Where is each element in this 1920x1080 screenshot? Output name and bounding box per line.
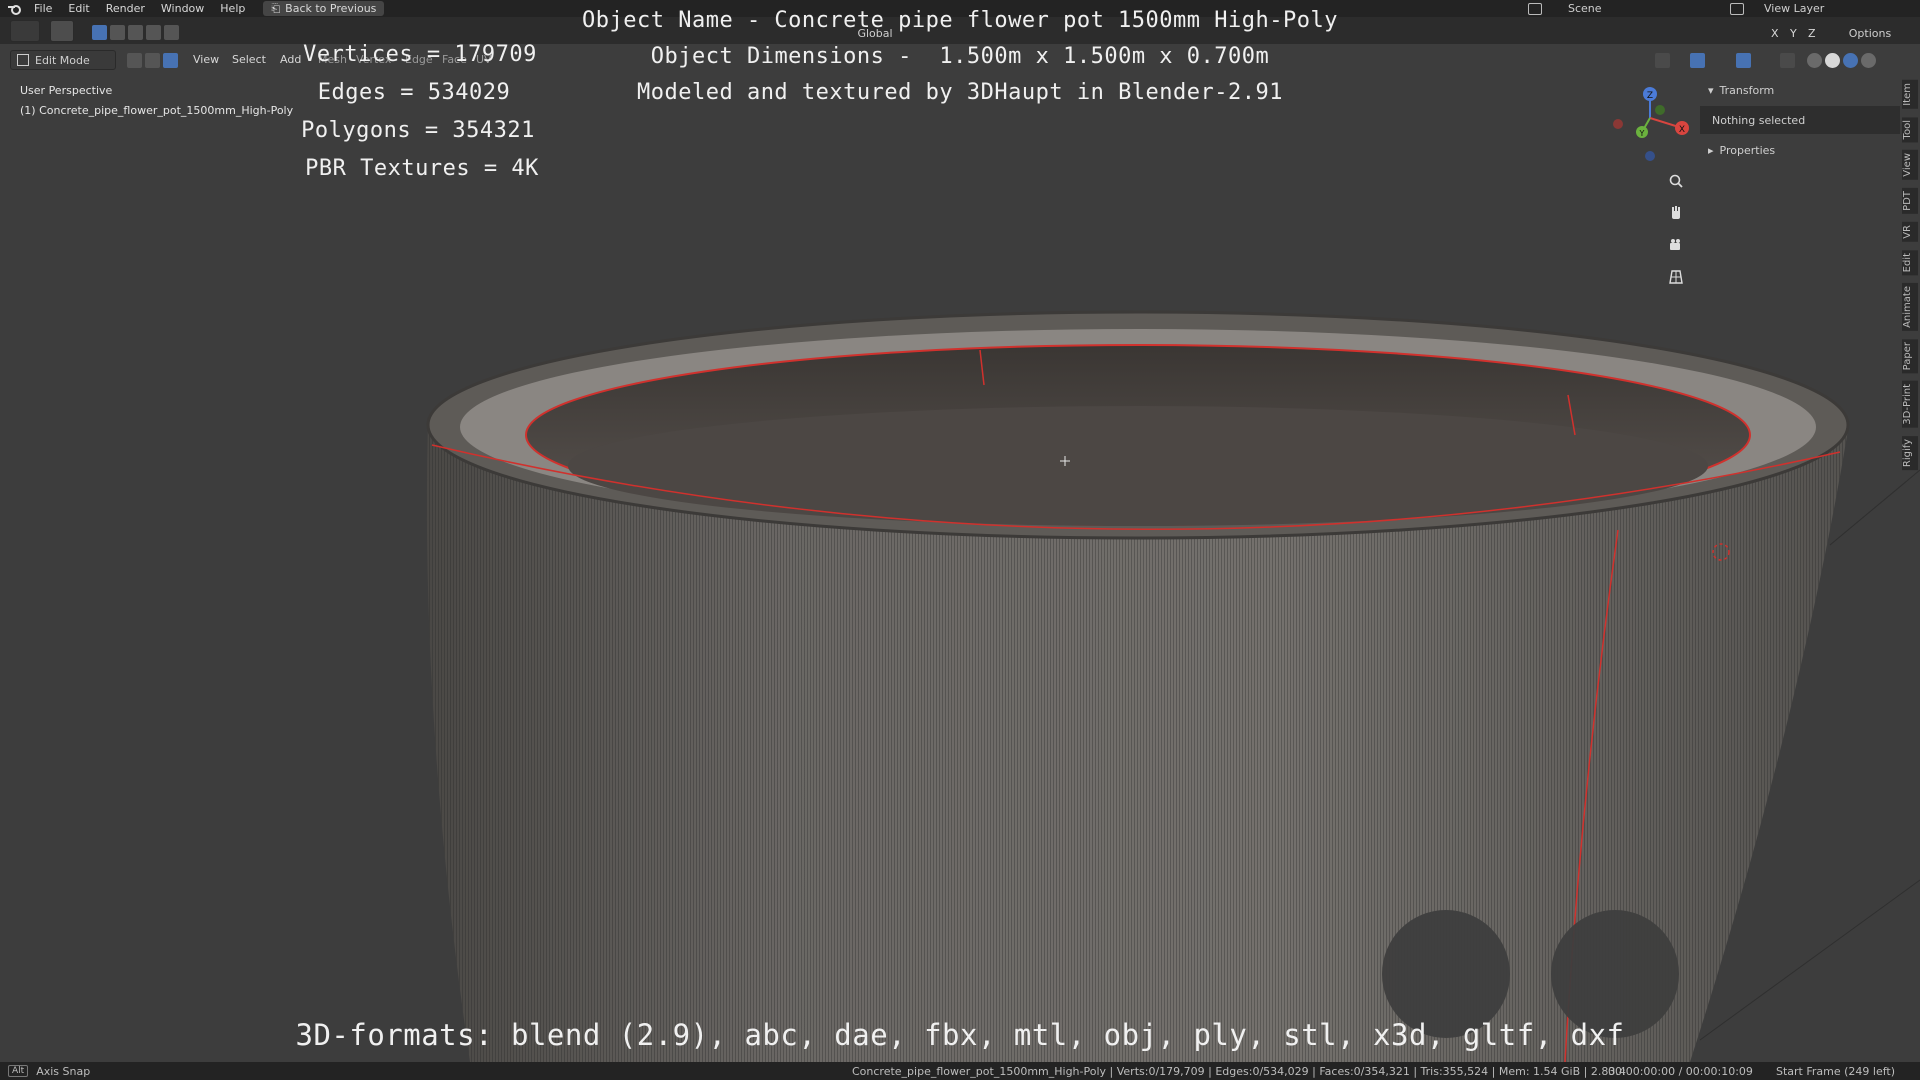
gizmo-neg-y-axis[interactable]	[1655, 105, 1665, 115]
gizmo-x-label: X	[1679, 125, 1685, 135]
gizmo-neg-x-axis[interactable]	[1613, 119, 1623, 129]
navigation-gizmo[interactable]: Z X Y	[1610, 82, 1690, 162]
object-name-caption: Object Name - Concrete pipe flower pot 1…	[582, 8, 1338, 33]
zoom-icon[interactable]	[1665, 170, 1687, 192]
status-bar: Alt Axis Snap Concrete_pipe_flower_pot_1…	[0, 1062, 1920, 1080]
sidebar-tabs: Item Tool View PDT VR Edit Animate Paper…	[1902, 80, 1918, 478]
tab-3d-print[interactable]: 3D-Print	[1902, 381, 1918, 428]
gizmo-y-label: Y	[1639, 129, 1645, 138]
tab-pdt[interactable]: PDT	[1902, 187, 1918, 214]
gizmo-z-label: Z	[1647, 91, 1653, 101]
start-frame-info: Start Frame (249 left)	[1776, 1064, 1896, 1078]
perspective-toggle-icon[interactable]	[1665, 266, 1687, 288]
collapse-arrow-icon: ▾	[1708, 83, 1714, 97]
alt-key-icon: Alt	[8, 1065, 29, 1077]
tab-view[interactable]: View	[1902, 150, 1918, 180]
nothing-selected-label: Nothing selected	[1712, 113, 1806, 127]
scene-statistics: Concrete_pipe_flower_pot_1500mm_High-Pol…	[852, 1064, 1626, 1078]
active-object-label: (1) Concrete_pipe_flower_pot_1500mm_High…	[20, 104, 294, 117]
playback-time: 00:00:00:00 / 00:00:10:09	[1608, 1064, 1753, 1078]
transform-panel-header[interactable]: ▾ Transform	[1700, 78, 1900, 102]
pan-hand-icon[interactable]	[1665, 202, 1687, 224]
object-dimensions-caption: Object Dimensions - 1.500m x 1.500m x 0.…	[650, 44, 1270, 69]
tab-vr[interactable]: VR	[1902, 221, 1918, 242]
properties-panel-header[interactable]: ▸ Properties	[1700, 138, 1900, 162]
expand-arrow-icon: ▸	[1708, 143, 1714, 157]
axis-snap-label: Axis Snap	[36, 1064, 91, 1078]
tab-item[interactable]: Item	[1902, 80, 1918, 109]
nothing-selected-box: Nothing selected	[1700, 106, 1900, 134]
camera-view-icon[interactable]	[1665, 234, 1687, 256]
formats-caption: 3D-formats: blend (2.9), abc, dae, fbx, …	[295, 1018, 1625, 1052]
transform-label: Transform	[1719, 83, 1775, 97]
grid-line	[1829, 469, 1920, 546]
pot-soil-surface	[568, 406, 1708, 526]
sidebar-panel: ▾ Transform Nothing selected ▸ Propertie…	[1700, 78, 1900, 162]
polygons-count: Polygons = 354321	[301, 118, 535, 143]
tab-rigify[interactable]: Rigify	[1902, 435, 1918, 470]
tab-animate[interactable]: Animate	[1902, 282, 1918, 331]
gizmo-neg-z-axis[interactable]	[1645, 151, 1655, 161]
tab-paper[interactable]: Paper	[1902, 338, 1918, 374]
properties-label: Properties	[1719, 143, 1776, 157]
tab-tool[interactable]: Tool	[1902, 116, 1918, 143]
tab-edit[interactable]: Edit	[1902, 249, 1918, 275]
pbr-textures: PBR Textures = 4K	[305, 156, 539, 181]
